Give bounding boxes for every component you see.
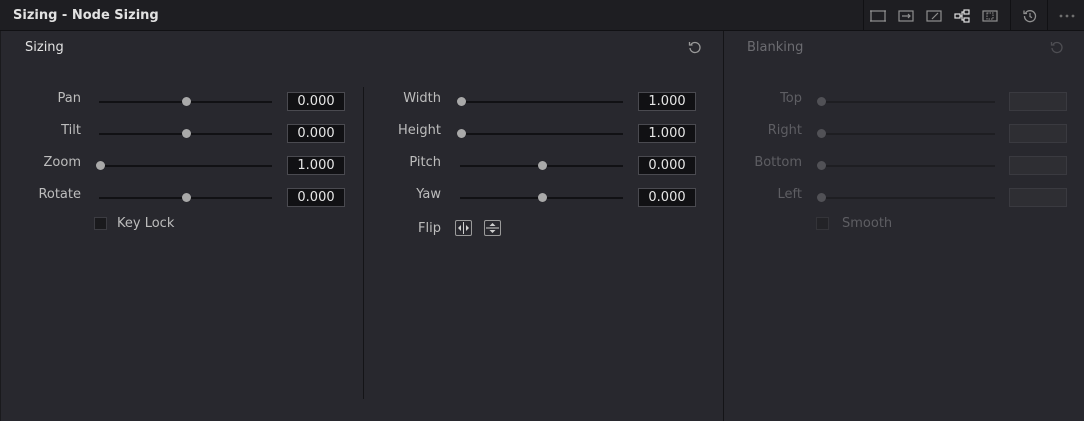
- sizing-zoom-slider[interactable]: [99, 165, 272, 167]
- blanking-left-value-field[interactable]: [1009, 188, 1067, 207]
- blanking-top-value-field[interactable]: [1009, 92, 1067, 111]
- key-lock-checkbox[interactable]: [94, 217, 107, 230]
- blanking-reset-icon[interactable]: [1049, 40, 1065, 56]
- flip-vertical-button[interactable]: [484, 220, 501, 236]
- blanking-left-slider[interactable]: [820, 197, 995, 199]
- edit-sizing-button[interactable]: [920, 0, 948, 31]
- blanking-panel: Blanking Top Right Bottom Left Smooth: [724, 31, 1084, 421]
- sizing-pan-value-field[interactable]: 0.000: [287, 92, 345, 111]
- sizing-rotate-slider-handle[interactable]: [181, 193, 191, 202]
- sizing-pan-label: Pan: [57, 91, 81, 106]
- edit-sizing-icon: [926, 9, 942, 22]
- sizing-rotate-label: Rotate: [38, 187, 81, 202]
- sizing-rotate-value-field[interactable]: 0.000: [287, 188, 345, 207]
- reset-all-icon: [1022, 9, 1036, 22]
- smooth-checkbox[interactable]: [816, 217, 829, 230]
- sizing-height-value-field[interactable]: 1.000: [638, 124, 696, 143]
- sizing-yaw-value-field[interactable]: 0.000: [638, 188, 696, 207]
- blanking-title: Blanking: [747, 40, 804, 55]
- blanking-right-label: Right: [767, 123, 802, 138]
- input-sizing-icon: [898, 9, 914, 22]
- blanking-left-label: Left: [777, 187, 802, 202]
- blanking-top-label: Top: [780, 91, 802, 106]
- sizing-width-slider-handle[interactable]: [457, 97, 466, 106]
- sizing-panel: Sizing Pan 0.000 Tilt 0.000 Zoom 1.000 Rotate 0…: [0, 31, 723, 421]
- sizing-mode-toolbar: [863, 0, 1011, 31]
- sizing-zoom-slider-handle[interactable]: [96, 161, 105, 170]
- sizing-width-slider[interactable]: [460, 101, 623, 103]
- blanking-bottom-slider-handle[interactable]: [817, 161, 826, 170]
- column-divider: [363, 87, 364, 399]
- sizing-width-label: Width: [403, 91, 441, 106]
- sizing-tilt-value-field[interactable]: 0.000: [287, 124, 345, 143]
- panel-header: Sizing - Node Sizing: [0, 0, 1084, 31]
- sizing-pitch-value-field[interactable]: 0.000: [638, 156, 696, 175]
- input-sizing-button[interactable]: [892, 0, 920, 31]
- sizing-yaw-slider-handle[interactable]: [537, 193, 547, 202]
- key-lock-label: Key Lock: [117, 216, 175, 231]
- sizing-tilt-slider-handle[interactable]: [181, 129, 191, 138]
- node-sizing-button[interactable]: [948, 0, 976, 31]
- reset-toolbar: [1010, 0, 1048, 31]
- blanking-bottom-value-field[interactable]: [1009, 156, 1067, 175]
- more-options-icon: [1059, 14, 1074, 17]
- sizing-height-slider-handle[interactable]: [457, 129, 466, 138]
- blanking-right-slider[interactable]: [820, 133, 995, 135]
- panel-title: Sizing - Node Sizing: [13, 8, 159, 23]
- flip-label: Flip: [418, 221, 441, 236]
- reference-sizing-icon: [982, 9, 998, 22]
- flip-vertical-icon: [486, 223, 499, 233]
- sizing-pan-slider-handle[interactable]: [181, 97, 191, 106]
- sizing-height-label: Height: [398, 123, 441, 138]
- sizing-pitch-label: Pitch: [409, 155, 441, 170]
- sizing-reset-icon[interactable]: [687, 40, 703, 56]
- blanking-top-slider[interactable]: [820, 101, 995, 103]
- sizing-pitch-slider-handle[interactable]: [537, 161, 547, 170]
- sizing-height-slider[interactable]: [460, 133, 623, 135]
- blanking-bottom-slider[interactable]: [820, 165, 995, 167]
- blanking-bottom-label: Bottom: [754, 155, 802, 170]
- blanking-left-slider-handle[interactable]: [817, 193, 826, 202]
- output-sizing-icon: [870, 9, 886, 22]
- flip-horizontal-icon: [458, 222, 469, 234]
- options-toolbar: [1047, 0, 1084, 31]
- sizing-width-value-field[interactable]: 1.000: [638, 92, 696, 111]
- smooth-label: Smooth: [842, 216, 893, 231]
- blanking-right-slider-handle[interactable]: [817, 129, 826, 138]
- flip-horizontal-button[interactable]: [455, 220, 472, 236]
- more-options-button[interactable]: [1048, 0, 1084, 31]
- sizing-yaw-label: Yaw: [416, 187, 441, 202]
- sizing-zoom-label: Zoom: [43, 155, 81, 170]
- sizing-zoom-value-field[interactable]: 1.000: [287, 156, 345, 175]
- blanking-top-slider-handle[interactable]: [817, 97, 826, 106]
- output-sizing-button[interactable]: [864, 0, 892, 31]
- sizing-title: Sizing: [25, 40, 64, 55]
- reference-sizing-button[interactable]: [976, 0, 1004, 31]
- node-sizing-icon: [954, 8, 970, 23]
- sizing-tilt-label: Tilt: [61, 123, 81, 138]
- reset-all-button[interactable]: [1011, 0, 1048, 31]
- blanking-right-value-field[interactable]: [1009, 124, 1067, 143]
